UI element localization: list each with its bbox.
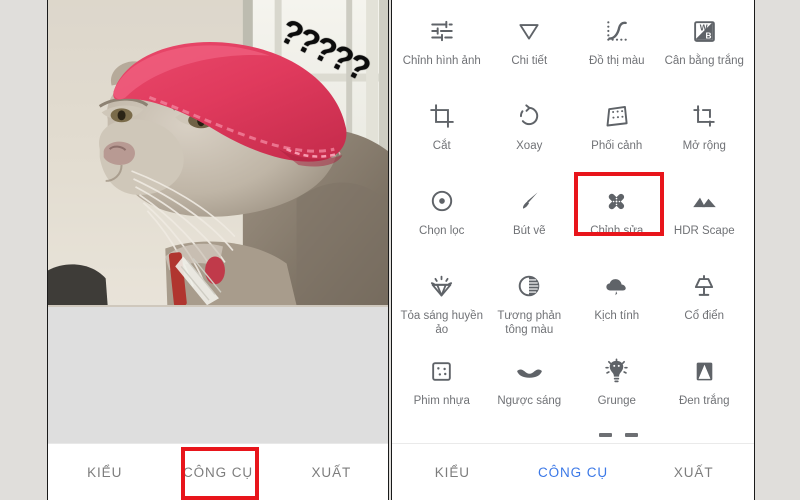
screenshot-stage: ????? KIỂU CÔNG CỤ XUẤT Chỉnh hình ảnh C…	[0, 0, 800, 500]
tools-partial-next-row	[392, 431, 754, 443]
triangle-down-icon	[516, 14, 542, 48]
cut-off-icon	[598, 433, 612, 437]
right-phone-screen: Chỉnh hình ảnh Chi tiết Đồ thị màu W B C…	[391, 0, 755, 500]
tool-chinh-sua[interactable]: Chỉnh sửa	[573, 176, 661, 261]
tool-label: Xoay	[516, 140, 543, 152]
svg-text:B: B	[705, 30, 711, 40]
tool-chinh-hinh-anh[interactable]: Chỉnh hình ảnh	[398, 6, 486, 91]
tool-label: HDR Scape	[673, 225, 735, 237]
tools-scroll-area[interactable]: Chỉnh hình ảnh Chi tiết Đồ thị màu W B C…	[392, 0, 754, 443]
rotate-icon	[516, 99, 542, 133]
tool-label: Chỉnh hình ảnh	[402, 55, 481, 67]
perspective-icon	[603, 99, 630, 133]
left-nav-item-xuat[interactable]: XUẤT	[275, 465, 388, 480]
tool-can-bang-trang[interactable]: W B Cân bằng trắng	[661, 6, 749, 91]
partial-cell-4	[664, 431, 755, 443]
tool-grunge[interactable]: Grunge	[573, 346, 661, 431]
left-nav-item-kieu[interactable]: KIỂU	[48, 465, 161, 480]
tool-label: Đồ thị màu	[588, 55, 645, 67]
partial-cell-2	[483, 431, 574, 443]
tool-chon-loc[interactable]: Chọn lọc	[398, 176, 486, 261]
tool-hdr-scape[interactable]: HDR Scape	[661, 176, 749, 261]
vintage-lamp-icon	[691, 269, 717, 303]
right-nav-item-congcu[interactable]: CÔNG CỤ	[513, 465, 634, 480]
tool-label: Phối cảnh	[591, 140, 643, 152]
white-balance-wb-icon: W B	[692, 14, 717, 48]
photo-preview[interactable]: ?????	[48, 0, 388, 307]
photo-empty-area	[48, 307, 388, 443]
tool-label: Bút vẽ	[512, 225, 546, 237]
tool-do-thi-mau[interactable]: Đồ thị màu	[573, 6, 661, 91]
tool-tuong-phan-tong-mau[interactable]: Tương phản tông màu	[486, 261, 574, 346]
tool-label: Cân bằng trắng	[664, 55, 744, 67]
tool-mo-rong[interactable]: Mở rộng	[661, 91, 749, 176]
tool-label: Chỉnh sửa	[590, 225, 644, 237]
left-nav-item-congcu[interactable]: CÔNG CỤ	[161, 465, 274, 480]
tools-grid: Chỉnh hình ảnh Chi tiết Đồ thị màu W B C…	[392, 0, 754, 431]
tool-label: Tương phản tông màu	[497, 310, 562, 336]
tonal-contrast-icon	[516, 269, 542, 303]
tool-phoi-canh[interactable]: Phối cảnh	[573, 91, 661, 176]
tone-curve-icon	[604, 14, 630, 48]
tool-label: Tỏa sáng huyền ảo	[400, 310, 483, 336]
left-phone-screen: ????? KIỂU CÔNG CỤ XUẤT	[47, 0, 389, 500]
right-bottom-nav: KIỂU CÔNG CỤ XUẤT	[392, 443, 754, 500]
tool-co-dien[interactable]: Cổ điển	[661, 261, 749, 346]
retrolux-mustache-icon	[515, 354, 544, 388]
tool-chi-tiet[interactable]: Chi tiết	[486, 6, 574, 91]
tool-label: Mở rộng	[682, 140, 726, 152]
tool-label: Chi tiết	[511, 55, 548, 67]
tool-label: Ngược sáng	[497, 395, 562, 407]
right-nav-item-kieu[interactable]: KIỂU	[392, 465, 513, 480]
glamour-glow-diamond-icon	[428, 269, 455, 303]
tool-label: Grunge	[597, 395, 636, 407]
partial-cell-3	[573, 431, 664, 443]
tool-label: Kịch tính	[594, 310, 640, 322]
tool-label: Chọn lọc	[419, 225, 465, 237]
tool-phim-nhua[interactable]: Phim nhựa	[398, 346, 486, 431]
selective-target-icon	[429, 184, 455, 218]
grunge-icon	[603, 354, 630, 388]
tool-xoay[interactable]: Xoay	[486, 91, 574, 176]
left-bottom-nav: KIỂU CÔNG CỤ XUẤT	[48, 443, 388, 500]
healing-bandage-icon	[603, 184, 630, 218]
drama-cloud-icon	[603, 269, 630, 303]
tool-den-trang[interactable]: Đen trắng	[661, 346, 749, 431]
tool-cat[interactable]: Cắt	[398, 91, 486, 176]
tool-nguoc-sang[interactable]: Ngược sáng	[486, 346, 574, 431]
tool-label: Cổ điển	[684, 310, 725, 322]
grainy-film-icon	[429, 354, 454, 388]
tool-toa-sang-huyen-ao[interactable]: Tỏa sáng huyền ảo	[398, 261, 486, 346]
tool-label: Đen trắng	[678, 395, 730, 407]
tune-sliders-icon	[429, 14, 455, 48]
mountains-icon	[691, 184, 718, 218]
tool-kich-tinh[interactable]: Kịch tính	[573, 261, 661, 346]
black-white-icon	[692, 354, 717, 388]
crop-icon	[429, 99, 455, 133]
expand-icon	[691, 99, 717, 133]
brush-icon	[516, 184, 542, 218]
tool-but-ve[interactable]: Bút vẽ	[486, 176, 574, 261]
tool-label: Cắt	[432, 140, 451, 152]
tool-label: Phim nhựa	[413, 395, 470, 407]
right-nav-item-xuat[interactable]: XUẤT	[633, 465, 754, 480]
partial-cell-1	[392, 431, 483, 443]
cut-off-icon-2	[624, 433, 638, 437]
